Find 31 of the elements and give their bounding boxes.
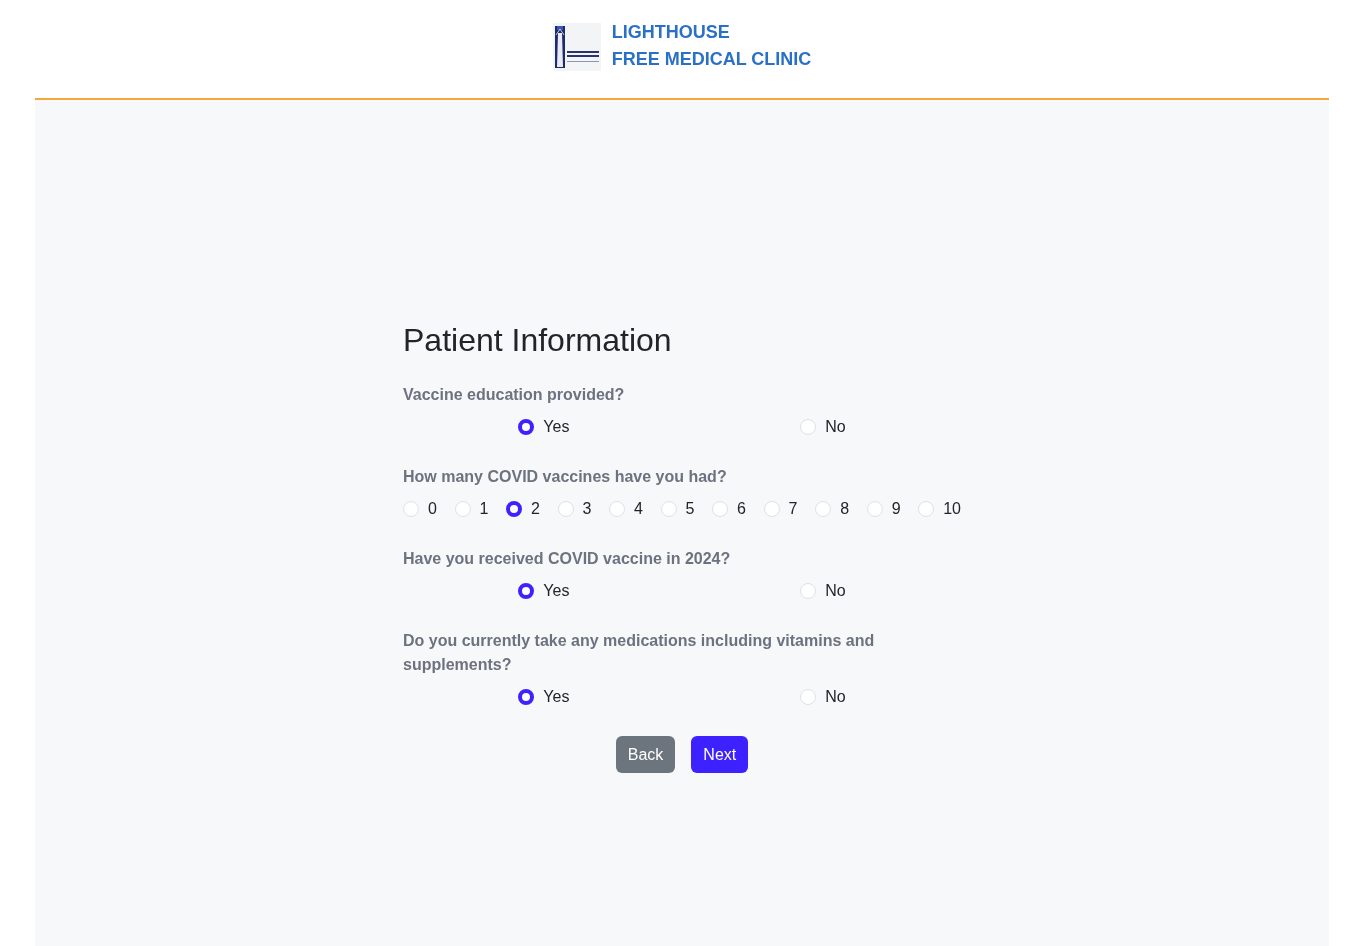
option-label: 6 (737, 499, 746, 519)
radio-button[interactable] (506, 501, 523, 517)
option-label: 4 (634, 499, 643, 519)
option-label: 9 (891, 499, 901, 519)
back-button[interactable]: Back (615, 736, 676, 773)
option-label: 0 (428, 499, 437, 519)
option-label: Yes (543, 687, 570, 707)
lighthouse-logo (552, 23, 601, 71)
brand-name: LIGHTHOUSE (611, 21, 731, 44)
option-label: No (825, 581, 846, 601)
page-title: Patient Information (403, 321, 672, 360)
radio-button[interactable] (518, 689, 535, 705)
question-label: Have you received COVID vaccine in 2024? (403, 549, 731, 569)
option-label: 1 (479, 499, 489, 519)
option-label: 2 (531, 499, 540, 519)
question-label: How many COVID vaccines have you had? (403, 467, 727, 487)
option-label: 5 (685, 499, 695, 519)
question-label: Do you currently take any medications including vitamins and supplements? (403, 631, 876, 675)
option-label: 3 (582, 499, 592, 519)
option-label: No (825, 687, 846, 707)
next-button[interactable]: Next (691, 736, 749, 773)
option-label: 10 (943, 499, 961, 519)
option-label: Yes (543, 417, 570, 437)
radio-button[interactable] (518, 583, 535, 599)
option-label: Yes (543, 581, 570, 601)
option-label: 7 (788, 499, 798, 519)
brand-name: FREE MEDICAL CLINIC (611, 48, 812, 71)
option-label: 8 (840, 499, 850, 519)
question-label: Vaccine education provided? (403, 385, 625, 405)
radio-button[interactable] (518, 419, 535, 435)
option-label: No (825, 417, 846, 437)
